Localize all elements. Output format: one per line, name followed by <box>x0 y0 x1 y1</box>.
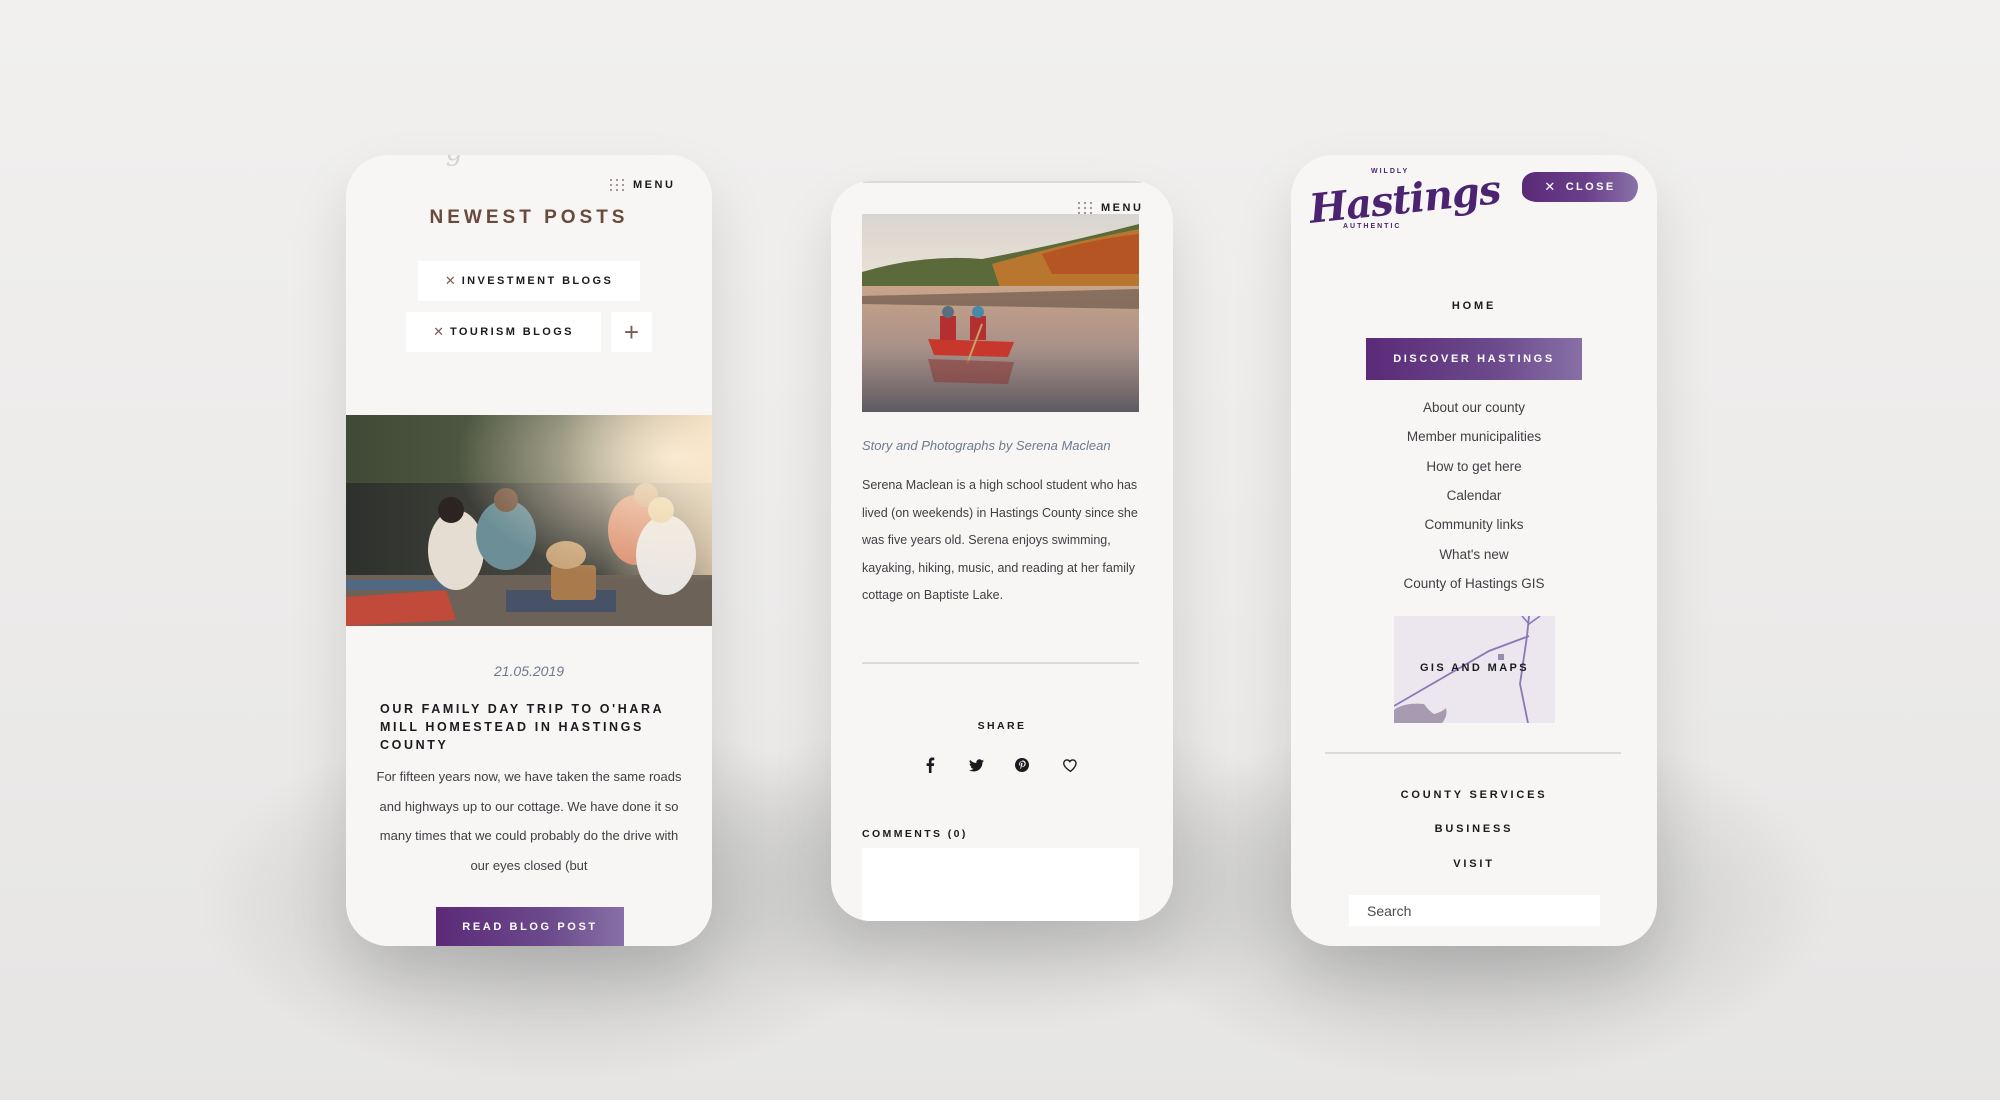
filter-chip-label: INVESTMENT BLOGS <box>461 275 614 287</box>
logo-tagline-top: WILDLY <box>1371 168 1410 175</box>
logo-tagline-bottom: AUTHENTIC <box>1343 223 1402 230</box>
nav-visit[interactable]: VISIT <box>1291 858 1657 870</box>
filter-chip-investment[interactable]: ✕ INVESTMENT BLOGS <box>418 261 640 301</box>
menu-label: MENU <box>633 179 676 191</box>
twitter-icon[interactable] <box>966 755 986 775</box>
plus-icon: + <box>623 316 640 347</box>
phone-blog-list: g MENU NEWEST POSTS ✕ INVESTMENT BLOGS ✕… <box>346 155 712 946</box>
nav-link-how-to-get-here[interactable]: How to get here <box>1291 459 1657 474</box>
decorative-script: g <box>446 155 506 167</box>
share-label: SHARE <box>977 720 1027 732</box>
close-label: CLOSE <box>1565 181 1616 193</box>
close-icon[interactable]: ✕ <box>433 324 444 340</box>
grid-dots-icon <box>610 179 625 191</box>
section-title: NEWEST POSTS <box>429 207 629 228</box>
comments-label: COMMENTS (0) <box>862 828 968 840</box>
top-border <box>863 181 1141 183</box>
read-blog-post-button[interactable]: READ BLOG POST <box>436 907 624 946</box>
filter-chip-label: TOURISM BLOGS <box>450 326 574 338</box>
nav-link-community[interactable]: Community links <box>1291 517 1657 532</box>
close-icon: ✕ <box>1544 179 1558 194</box>
add-filter-button[interactable]: + <box>611 312 652 352</box>
close-icon[interactable]: ✕ <box>445 273 456 289</box>
phone-article: MENU Story and Photographs by Serena Mac… <box>831 181 1173 921</box>
nav-link-about[interactable]: About our county <box>1291 400 1657 415</box>
nav-business[interactable]: BUSINESS <box>1291 823 1657 835</box>
pinterest-icon[interactable] <box>1012 755 1032 775</box>
logo-wordmark: Hastings <box>1307 166 1503 233</box>
nav-home[interactable]: HOME <box>1291 300 1657 312</box>
search-input[interactable] <box>1349 895 1600 926</box>
menu-button[interactable]: MENU <box>1078 202 1143 214</box>
facebook-icon[interactable] <box>920 755 940 775</box>
nav-link-gis[interactable]: County of Hastings GIS <box>1291 576 1657 591</box>
menu-divider <box>1325 752 1621 754</box>
discover-hastings-button[interactable]: DISCOVER HASTINGS <box>1366 338 1582 380</box>
hastings-logo[interactable]: WILDLY Hastings AUTHENTIC <box>1307 166 1502 238</box>
picnic-photo <box>346 415 712 626</box>
gis-maps-label: GIS AND MAPS <box>1419 662 1530 674</box>
grid-dots-icon <box>1078 202 1093 214</box>
gis-maps-tile[interactable]: GIS AND MAPS <box>1394 616 1555 723</box>
phone-nav-menu: WILDLY Hastings AUTHENTIC ✕ CLOSE HOME D… <box>1291 155 1657 946</box>
filter-chip-tourism[interactable]: ✕ TOURISM BLOGS <box>406 312 601 352</box>
canoe-photo <box>862 214 1139 412</box>
menu-label: MENU <box>1101 202 1144 214</box>
nav-county-services[interactable]: COUNTY SERVICES <box>1291 789 1657 801</box>
article-image <box>862 214 1139 412</box>
post-excerpt: For fifteen years now, we have taken the… <box>376 769 682 873</box>
post-title[interactable]: OUR FAMILY DAY TRIP TO O'HARA MILL HOMES… <box>380 700 690 754</box>
nav-link-calendar[interactable]: Calendar <box>1291 488 1657 503</box>
section-divider <box>862 662 1139 664</box>
author-bio: Serena Maclean is a high school student … <box>862 478 1138 603</box>
nav-link-whats-new[interactable]: What's new <box>1291 547 1657 562</box>
close-menu-button[interactable]: ✕ CLOSE <box>1522 172 1638 202</box>
post-image[interactable] <box>346 415 712 626</box>
heart-icon[interactable] <box>1060 755 1080 775</box>
article-byline: Story and Photographs by Serena Maclean <box>862 438 1111 453</box>
comment-input[interactable] <box>862 848 1139 921</box>
post-date: 21.05.2019 <box>493 663 565 679</box>
menu-button[interactable]: MENU <box>610 179 675 191</box>
nav-link-municipalities[interactable]: Member municipalities <box>1291 429 1657 444</box>
